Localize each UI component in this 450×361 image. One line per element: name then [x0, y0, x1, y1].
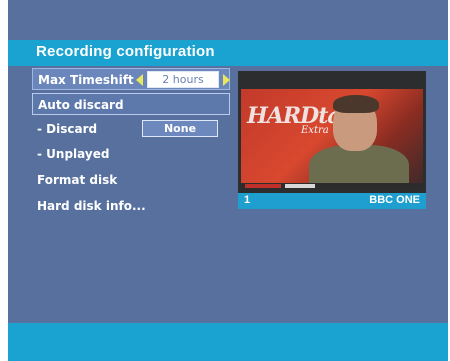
arrow-left-icon[interactable] [136, 74, 143, 86]
hard-disk-info-label: Hard disk info... [37, 199, 146, 213]
tv-screen: Recording configuration Max Timeshift 2 … [8, 0, 448, 361]
auto-discard-label: Auto discard [38, 98, 124, 112]
menu-item-auto-discard[interactable]: Auto discard [32, 93, 230, 115]
channel-info-bar: 1 BBC ONE [238, 193, 426, 209]
format-disk-label: Format disk [37, 173, 118, 187]
menu-item-discard[interactable]: - Discard None [32, 118, 230, 140]
discard-label: - Discard [37, 122, 98, 136]
bottom-bar [8, 323, 448, 361]
channel-number: 1 [244, 194, 251, 206]
unplayed-label: - Unplayed [37, 147, 110, 161]
video-preview: HARDtalk Extra 1 BBC ONE [238, 71, 426, 209]
max-timeshift-label: Max Timeshift [38, 73, 134, 87]
discard-value[interactable]: None [142, 120, 218, 137]
news-ticker [241, 183, 423, 189]
menu-item-unplayed[interactable]: - Unplayed [32, 143, 230, 165]
menu-item-max-timeshift[interactable]: Max Timeshift 2 hours [32, 68, 230, 90]
video-frame: HARDtalk Extra [241, 89, 423, 189]
menu-item-hard-disk-info[interactable]: Hard disk info... [32, 195, 230, 217]
page-title: Recording configuration [36, 43, 215, 60]
arrow-right-icon[interactable] [223, 74, 230, 86]
menu-item-format-disk[interactable]: Format disk [32, 169, 230, 191]
presenter-hair [333, 95, 379, 113]
programme-logo-sub: Extra [301, 125, 329, 136]
max-timeshift-value[interactable]: 2 hours [147, 71, 219, 88]
title-bar: Recording configuration [8, 40, 448, 66]
ticker-red-strip [245, 184, 281, 188]
ticker-white-strip [285, 184, 315, 188]
channel-name: BBC ONE [369, 194, 420, 206]
